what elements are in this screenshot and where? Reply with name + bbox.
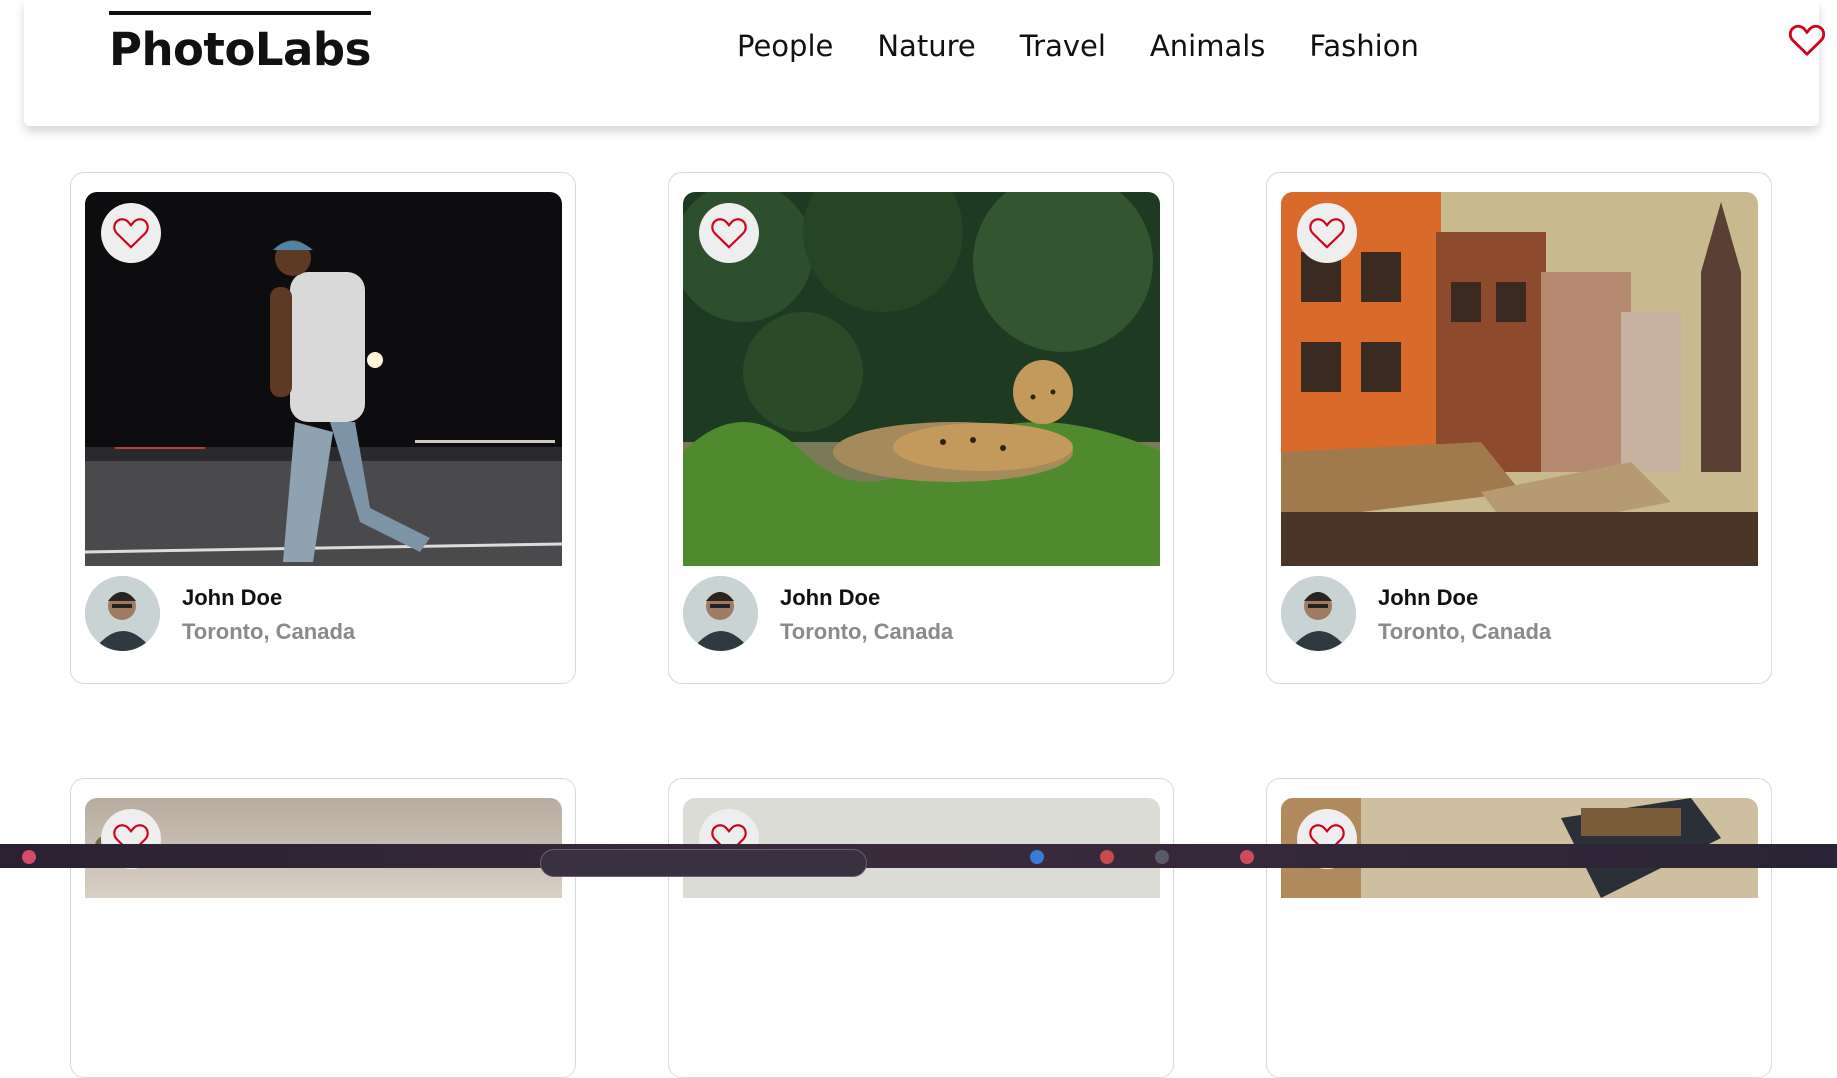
like-button[interactable] [1297, 203, 1357, 263]
photo-author: John Doe Toronto, Canada [85, 576, 565, 652]
logo[interactable]: PhotoLabs [109, 11, 371, 72]
topic-fashion[interactable]: Fashion [1309, 26, 1418, 66]
top-navigation-bar: PhotoLabs People Nature Travel Animals F… [24, 0, 1826, 126]
author-name: John Doe [182, 585, 283, 610]
photo-card[interactable] [1266, 778, 1772, 1078]
like-button[interactable] [699, 203, 759, 263]
author-name: John Doe [1378, 585, 1479, 610]
photo-card[interactable]: John Doe Toronto, Canada [668, 172, 1174, 684]
topic-people[interactable]: People [737, 26, 833, 66]
photo-card[interactable] [70, 778, 576, 1078]
favourites-heart-icon[interactable] [1787, 20, 1827, 60]
photo-card[interactable] [668, 778, 1174, 1078]
photo-author: John Doe Toronto, Canada [1281, 576, 1761, 652]
photo-author: John Doe Toronto, Canada [683, 576, 1163, 652]
topic-list: People Nature Travel Animals Fashion [737, 26, 1463, 66]
like-button[interactable] [101, 203, 161, 263]
author-name: John Doe [780, 585, 881, 610]
heart-outline-icon [1309, 218, 1345, 249]
avatar [85, 576, 160, 651]
avatar [683, 576, 758, 651]
heart-outline-icon [113, 218, 149, 249]
photo-card[interactable]: John Doe Toronto, Canada [70, 172, 576, 684]
os-taskbar [0, 844, 1837, 877]
topic-nature[interactable]: Nature [877, 26, 975, 66]
topic-animals[interactable]: Animals [1150, 26, 1265, 66]
taskbar-app-icon[interactable] [1030, 850, 1044, 864]
taskbar-app-icon[interactable] [1100, 850, 1114, 864]
avatar [1281, 576, 1356, 651]
topic-travel[interactable]: Travel [1020, 26, 1106, 66]
author-location: Toronto, Canada [182, 619, 356, 644]
taskbar-search-box[interactable] [540, 849, 867, 877]
taskbar-app-icon[interactable] [1155, 850, 1169, 864]
taskbar-app-icon[interactable] [1240, 850, 1254, 864]
author-location: Toronto, Canada [780, 619, 954, 644]
author-location: Toronto, Canada [1378, 619, 1552, 644]
photo-card[interactable]: John Doe Toronto, Canada [1266, 172, 1772, 684]
heart-outline-icon [711, 218, 747, 249]
taskbar-app-icon[interactable] [22, 850, 36, 864]
